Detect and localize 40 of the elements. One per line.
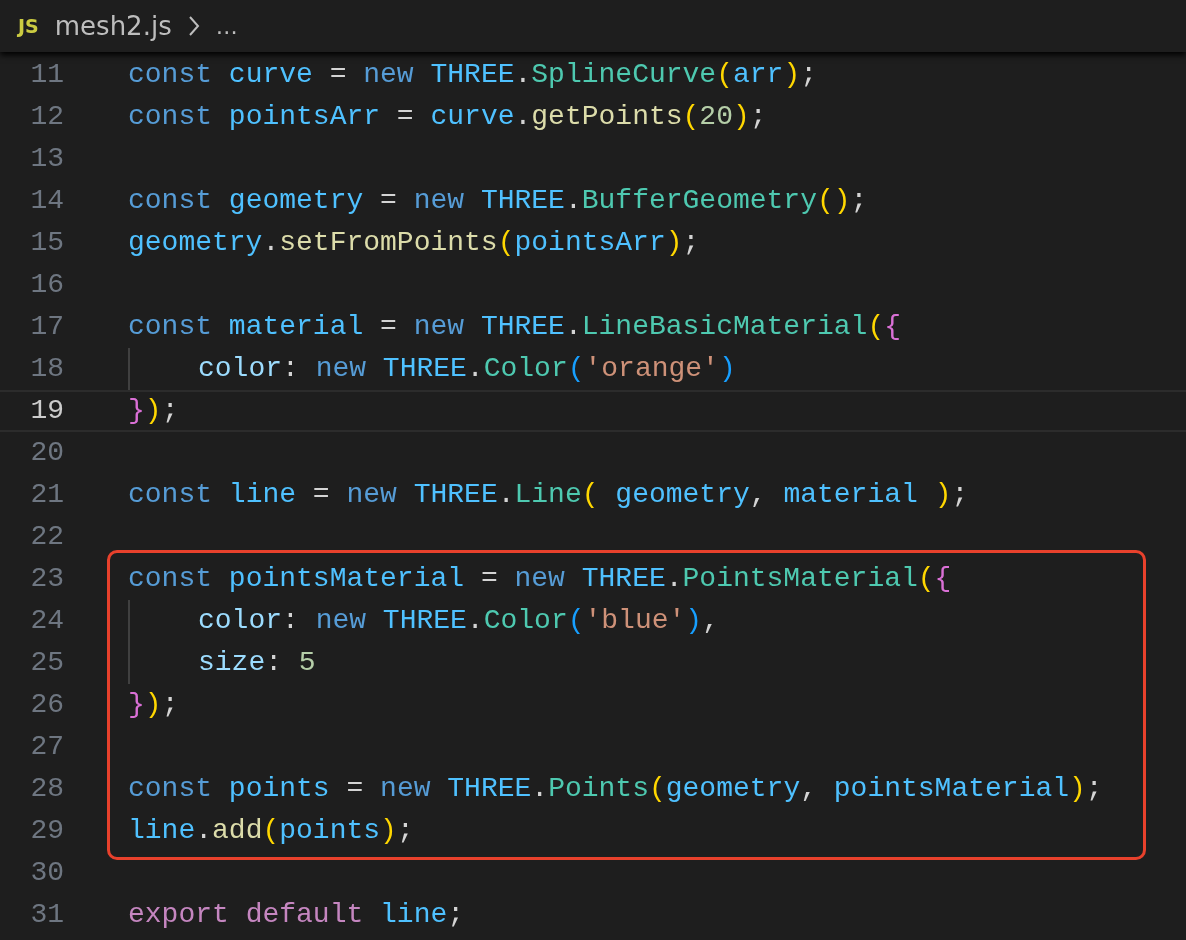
code-line: line.add(points); [128, 814, 414, 848]
line-number: 29 [29, 814, 64, 848]
line-number: 26 [29, 688, 64, 722]
code-line: color: new THREE.Color('blue'), [198, 604, 719, 638]
line-number: 31 [29, 898, 64, 932]
line-number: 21 [29, 478, 64, 512]
javascript-file-icon: JS [18, 11, 39, 41]
line-number: 12 [29, 100, 64, 134]
chevron-right-icon [187, 15, 200, 37]
code-line: color: new THREE.Color('orange') [198, 352, 736, 386]
line-number: 27 [29, 730, 64, 764]
line-number: 30 [29, 856, 64, 890]
code-line: const material = new THREE.LineBasicMaterial({ [128, 310, 901, 344]
line-number: 25 [29, 646, 64, 680]
line-number: 28 [29, 772, 64, 806]
line-number: 20 [29, 436, 64, 470]
code-line: export default line; [128, 898, 465, 932]
code-line: const curve = new THREE.SplineCurve(arr); [128, 58, 817, 92]
line-number: 24 [29, 604, 64, 638]
code-line: const pointsMaterial = new THREE.PointsMaterial({ [128, 562, 952, 596]
code-line: size: 5 [198, 646, 316, 680]
code-line: }); [128, 688, 179, 722]
line-number: 18 [29, 352, 64, 386]
code-line: const line = new THREE.Line( geometry, material ); [128, 478, 969, 512]
code-line: const geometry = new THREE.BufferGeometry(); [128, 184, 868, 218]
line-number: 22 [29, 520, 64, 554]
line-number: 15 [29, 226, 64, 260]
line-number: 23 [29, 562, 64, 596]
line-number: 16 [29, 268, 64, 302]
code-line: }); [128, 394, 179, 428]
breadcrumb-file[interactable]: mesh2.js [54, 6, 172, 46]
line-number: 17 [29, 310, 64, 344]
line-number: 19 [29, 394, 64, 428]
breadcrumb-more[interactable]: … [215, 9, 238, 43]
code-line: const pointsArr = curve.getPoints(20); [128, 100, 767, 134]
line-number: 14 [29, 184, 64, 218]
code-line: const points = new THREE.Points(geometry, pointsMaterial); [128, 772, 1103, 806]
code-line: geometry.setFromPoints(pointsArr); [128, 226, 700, 260]
line-number: 13 [29, 142, 64, 176]
line-number: 11 [29, 58, 64, 92]
